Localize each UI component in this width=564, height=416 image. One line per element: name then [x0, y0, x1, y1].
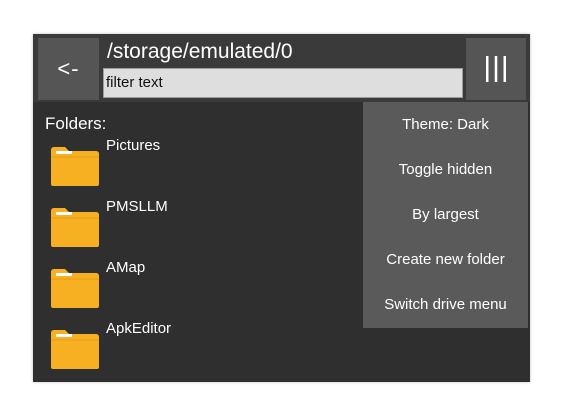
- folders-heading: Folders:: [45, 114, 107, 133]
- back-button-label: <-: [57, 56, 80, 81]
- folder-name: Pictures: [106, 137, 161, 154]
- menu-item-create-folder[interactable]: Create new folder: [363, 237, 528, 282]
- folder-item[interactable]: Pictures: [49, 137, 369, 202]
- folder-item[interactable]: PMSLLM: [49, 198, 369, 263]
- hamburger-icon: [486, 56, 506, 82]
- options-menu: Theme: Dark Toggle hidden By largest Cre…: [363, 102, 528, 328]
- back-button[interactable]: <-: [38, 38, 99, 100]
- menu-item-sort-largest[interactable]: By largest: [363, 192, 528, 237]
- folder-icon: [51, 208, 99, 247]
- file-picker-window: <- /storage/emulated/0 Folders: Pictures…: [33, 34, 530, 382]
- folder-item[interactable]: ApkEditor: [49, 320, 369, 385]
- folder-name: AMap: [106, 259, 146, 276]
- header-bar: <- /storage/emulated/0: [33, 34, 530, 102]
- folder-name: PMSLLM: [106, 198, 168, 215]
- menu-item-theme[interactable]: Theme: Dark: [363, 102, 528, 147]
- folder-item[interactable]: AMap: [49, 259, 369, 324]
- menu-item-switch-drive[interactable]: Switch drive menu: [363, 282, 528, 327]
- current-path: /storage/emulated/0: [107, 40, 293, 63]
- folder-icon: [51, 330, 99, 369]
- menu-item-toggle-hidden[interactable]: Toggle hidden: [363, 147, 528, 192]
- menu-button[interactable]: [466, 38, 526, 100]
- folder-name: ApkEditor: [106, 320, 172, 337]
- folder-icon: [51, 269, 99, 308]
- folder-icon: [51, 147, 99, 186]
- filter-input[interactable]: [103, 68, 463, 98]
